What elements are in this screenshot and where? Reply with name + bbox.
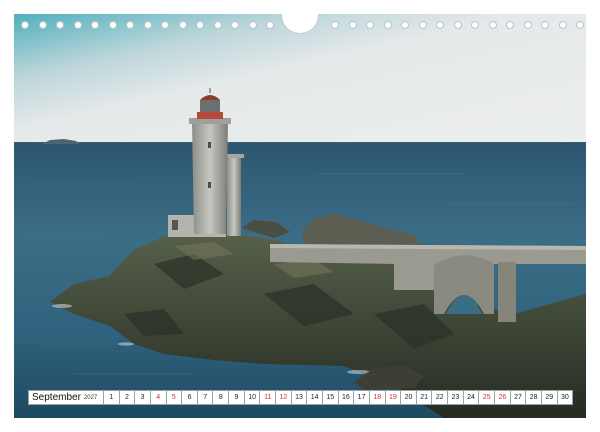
binding-hole — [178, 21, 187, 29]
binding-hole — [366, 21, 374, 29]
day-cell: 9 — [229, 390, 245, 405]
binding-hole — [231, 21, 239, 29]
month-name: September — [32, 392, 81, 403]
day-cell: 23 — [448, 390, 464, 405]
day-cell: 16 — [338, 390, 355, 405]
binding-hole — [401, 21, 409, 29]
binding-hole — [506, 21, 514, 29]
binding-hole — [488, 21, 497, 29]
binding-hole — [453, 21, 462, 29]
binding-hole — [196, 21, 204, 29]
binding-hole — [558, 21, 567, 29]
day-cell: 6 — [182, 390, 198, 405]
binding-hole — [248, 21, 257, 29]
day-cell: 28 — [526, 390, 542, 405]
binding-hole — [38, 21, 47, 29]
day-cell: 29 — [541, 390, 558, 405]
lighthouse-photo — [14, 14, 586, 418]
calendar-strip: September 2027 1 2 3 4 5 6 7 8 9 10 11 12 13 14 15 16 17… — [28, 390, 574, 405]
binding-hole — [143, 21, 152, 29]
day-cell: 8 — [213, 390, 230, 405]
day-cell: 5 — [166, 390, 183, 405]
binding-hole — [436, 21, 444, 29]
binding-hole — [576, 21, 584, 29]
day-cell: 13 — [291, 390, 308, 405]
binding-hole — [266, 21, 274, 29]
day-cell: 30 — [557, 390, 574, 405]
day-cell: 20 — [401, 390, 417, 405]
day-cell: 18 — [369, 390, 386, 405]
day-cell: 22 — [432, 390, 449, 405]
binding-hole — [161, 21, 169, 29]
binding-hole — [213, 21, 222, 29]
day-cell: 12 — [276, 390, 292, 405]
binding-hole — [56, 21, 64, 29]
binding-hole — [523, 21, 532, 29]
days-row: 1 2 3 4 5 6 7 8 9 10 11 12 13 14 15 16 17 18 19 20 21 22 23 24 2… — [104, 390, 574, 405]
year-label: 2027 — [83, 394, 98, 401]
day-cell: 19 — [385, 390, 402, 405]
day-cell: 17 — [354, 390, 370, 405]
day-cell: 7 — [197, 390, 214, 405]
day-cell: 21 — [416, 390, 433, 405]
binding-hole — [73, 21, 82, 29]
day-cell: 15 — [322, 390, 339, 405]
binding-hole — [418, 21, 427, 29]
binding-hole — [21, 21, 29, 29]
binding-hole — [91, 21, 99, 29]
day-cell: 4 — [150, 390, 167, 405]
binding-hole — [108, 21, 117, 29]
binding-hole — [126, 21, 134, 29]
day-cell: 2 — [119, 390, 136, 405]
month-label: September 2027 — [28, 390, 104, 405]
binding-hole — [471, 21, 479, 29]
binding-hole — [331, 21, 339, 29]
day-cell: 10 — [244, 390, 261, 405]
day-cell: 3 — [135, 390, 151, 405]
day-cell: 1 — [104, 390, 120, 405]
calendar-page — [14, 14, 586, 418]
day-cell: 11 — [260, 390, 277, 405]
binding-hole — [348, 21, 357, 29]
binding-hole — [541, 21, 549, 29]
day-cell: 24 — [463, 390, 480, 405]
day-cell: 25 — [479, 390, 496, 405]
day-cell: 27 — [510, 390, 527, 405]
day-cell: 26 — [495, 390, 511, 405]
binding-hole — [383, 21, 392, 29]
day-cell: 14 — [307, 390, 323, 405]
